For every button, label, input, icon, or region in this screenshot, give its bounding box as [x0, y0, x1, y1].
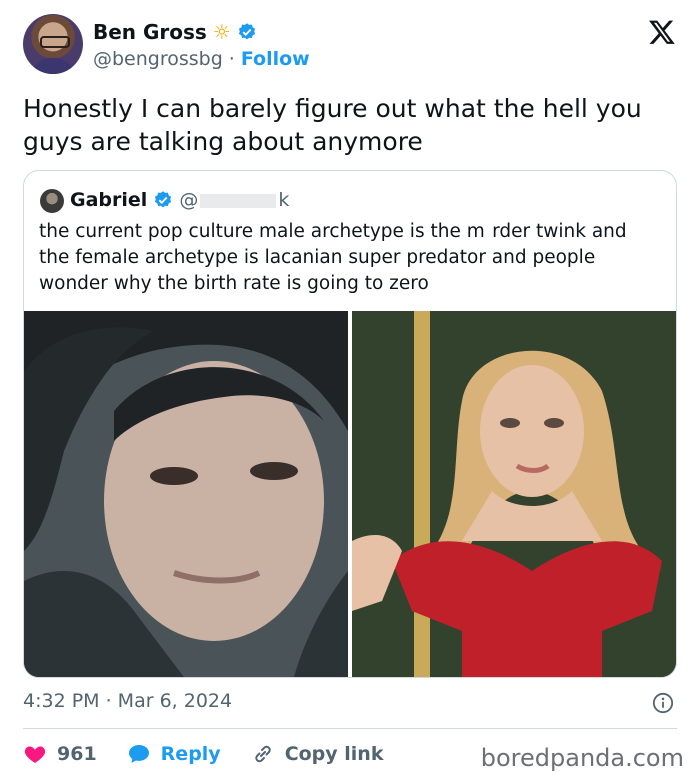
photo-woman-portrait[interactable]	[352, 311, 676, 677]
quoted-handle-end: k	[278, 189, 290, 211]
quoted-media-grid	[24, 311, 676, 677]
copy-link-label: Copy link	[284, 743, 384, 765]
reply-button[interactable]: Reply	[127, 742, 221, 766]
info-icon[interactable]	[652, 692, 674, 714]
sun-icon: ☼	[212, 20, 231, 44]
quoted-verified-badge-icon	[155, 191, 172, 208]
author-name-row: Ben Gross ☼	[93, 20, 257, 44]
link-icon	[255, 745, 271, 763]
avatar-shirt	[31, 58, 75, 74]
follow-button[interactable]: Follow	[241, 48, 310, 70]
tweet-text: Honestly I can barely figure out what th…	[23, 94, 642, 156]
author-avatar[interactable]	[23, 14, 83, 74]
actions-divider	[23, 728, 677, 729]
heart-icon	[24, 746, 46, 763]
x-logo-icon[interactable]	[648, 18, 676, 46]
tweet-timestamp[interactable]: 4:32 PM · Mar 6, 2024	[23, 690, 232, 712]
photo-man-portrait[interactable]	[24, 311, 348, 677]
verified-badge-icon	[238, 23, 255, 40]
reply-label: Reply	[160, 743, 221, 765]
reply-bubble-icon	[128, 745, 149, 763]
author-handle-row: @bengrossbg · Follow	[93, 48, 310, 70]
separator-dot: ·	[228, 48, 235, 70]
avatar-glasses	[40, 36, 70, 48]
quoted-tweet-card[interactable]: Gabriel @ k the current pop culture male …	[23, 170, 677, 678]
man-portrait-illustration	[24, 311, 348, 677]
quoted-author-avatar	[40, 189, 64, 213]
author-handle[interactable]: @bengrossbg	[93, 48, 223, 70]
tweet-actions-bar: 961 Reply Copy link	[23, 742, 413, 766]
like-button[interactable]: 961	[23, 742, 97, 766]
quoted-author-handle: @ k	[179, 189, 289, 211]
author-name[interactable]: Ben Gross	[93, 20, 207, 44]
redacted-handle-blur	[200, 193, 277, 208]
quoted-author-row: Gabriel @ k	[70, 189, 289, 211]
quoted-handle-start: @	[179, 189, 199, 211]
quoted-tweet-text: the current pop culture male archetype i…	[39, 221, 627, 294]
quoted-author-name: Gabriel	[70, 189, 148, 211]
boredpanda-watermark: boredpanda.com	[480, 744, 684, 772]
like-count: 961	[57, 743, 97, 765]
copy-link-button[interactable]: Copy link	[251, 742, 384, 766]
woman-portrait-illustration	[352, 311, 676, 677]
